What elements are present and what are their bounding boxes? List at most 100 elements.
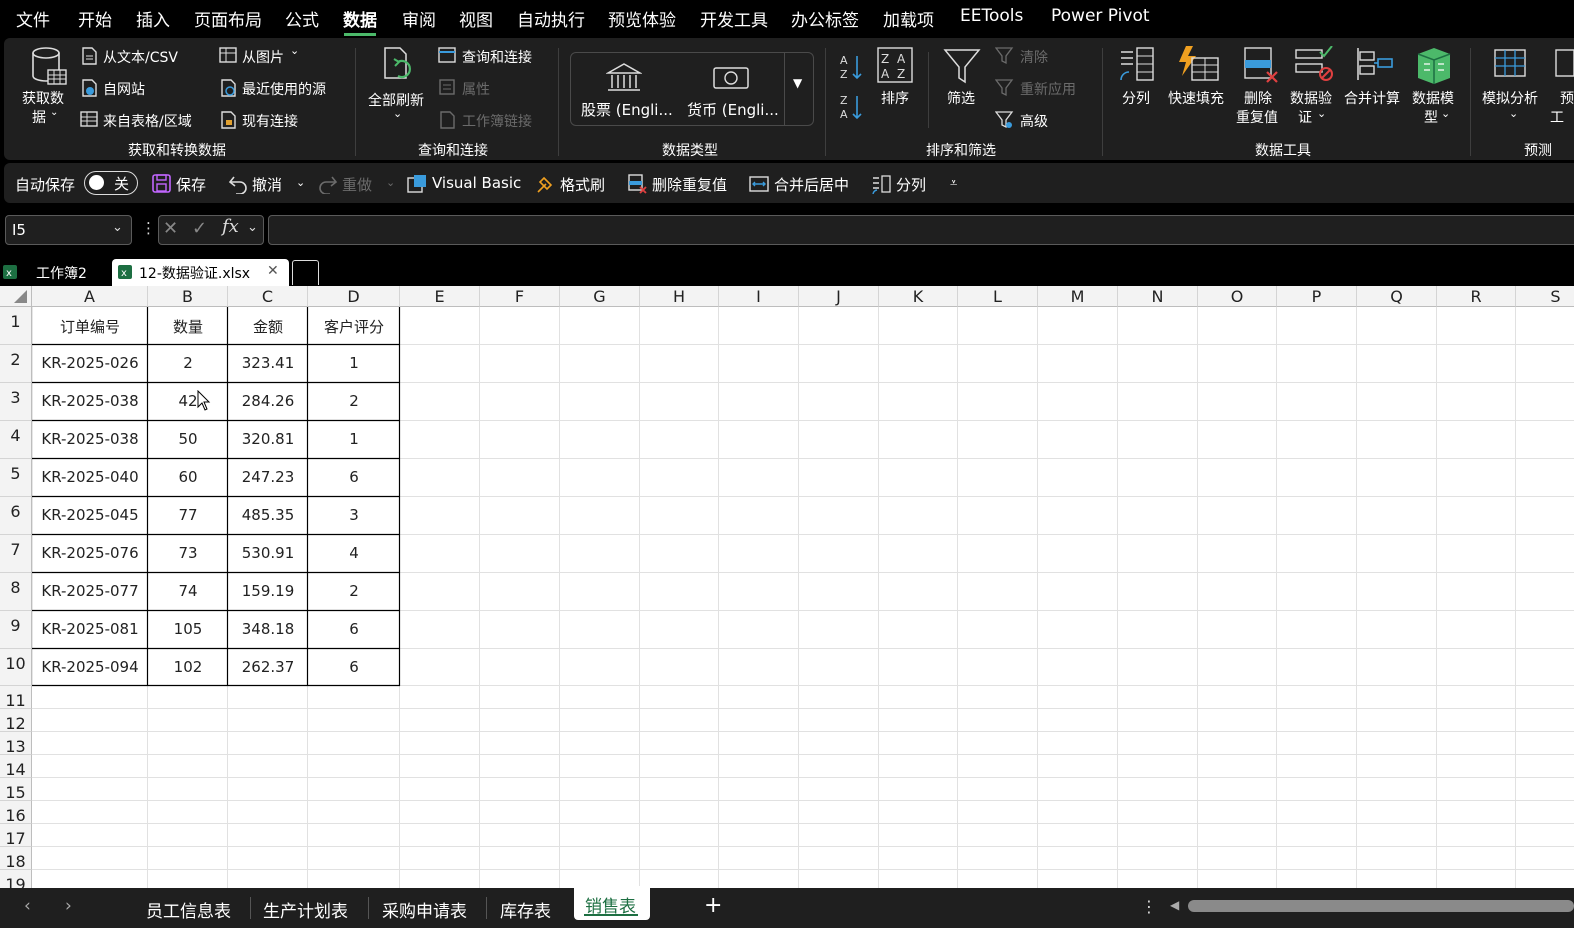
function-dropdown-icon[interactable]: ⌄ xyxy=(247,220,258,235)
hscroll-left-icon[interactable]: ◀ xyxy=(1170,898,1179,912)
row-header-1[interactable]: 1 xyxy=(0,307,32,345)
table-cell[interactable]: 6 xyxy=(308,468,400,486)
queries-connections-button[interactable]: 查询和连接 xyxy=(462,47,532,67)
table-cell[interactable]: KR-2025-077 xyxy=(32,582,148,600)
data-model-button[interactable]: 数据模 xyxy=(1412,88,1454,108)
spreadsheet-grid[interactable]: ABCDEFGHIJKLMNOPQRS 1 2 3 4 5 6 7 8 9 10 11 12 13 14 1… xyxy=(0,286,1574,888)
advanced-button[interactable]: 高级 xyxy=(1020,111,1048,131)
stocks-data-type-button[interactable]: 股票 (Engli... xyxy=(581,99,673,120)
column-header-m[interactable]: M xyxy=(1038,286,1118,307)
table-cell[interactable]: 348.18 xyxy=(228,620,308,638)
customize-qat-icon[interactable]: ⩡ xyxy=(950,176,957,191)
autosave-toggle[interactable]: 关 xyxy=(84,171,138,195)
menu-view[interactable]: 视图 xyxy=(459,6,493,31)
gallery-expand-icon[interactable]: ▼ xyxy=(793,76,802,90)
merge-center-button[interactable]: 合并后居中 xyxy=(774,174,849,195)
row-header-11[interactable]: 11 xyxy=(0,686,32,709)
redo-button[interactable]: 重做 xyxy=(342,174,372,195)
qat-remove-duplicates-button[interactable]: 删除重复值 xyxy=(652,174,727,195)
get-data-button[interactable]: 获取数 xyxy=(22,88,64,108)
column-header-i[interactable]: I xyxy=(719,286,799,307)
table-cell[interactable]: 74 xyxy=(148,582,228,600)
menu-formulas[interactable]: 公式 xyxy=(285,6,319,31)
row-header-17[interactable]: 17 xyxy=(0,824,32,847)
row-header-18[interactable]: 18 xyxy=(0,847,32,870)
table-header-cell[interactable]: 订单编号 xyxy=(32,316,148,337)
formula-input[interactable] xyxy=(268,215,1574,245)
table-cell[interactable]: 2 xyxy=(308,582,400,600)
table-cell[interactable]: 6 xyxy=(308,620,400,638)
sheet-tab-production[interactable]: 生产计划表 xyxy=(263,897,348,922)
menu-developer[interactable]: 开发工具 xyxy=(700,6,768,31)
row-header-19[interactable]: 19 xyxy=(0,870,32,888)
sheet-tab-purchase[interactable]: 采购申请表 xyxy=(382,897,467,922)
data-validation-button-line2[interactable]: 证 xyxy=(1298,107,1312,127)
more-options-icon[interactable]: ⋮ xyxy=(1141,897,1157,916)
select-all-corner[interactable] xyxy=(0,286,32,307)
column-header-r[interactable]: R xyxy=(1437,286,1516,307)
qat-split-button[interactable]: 分列 xyxy=(896,174,926,195)
table-cell[interactable]: KR-2025-094 xyxy=(32,658,148,676)
sheet-tab-inventory[interactable]: 库存表 xyxy=(500,897,551,922)
data-validation-button[interactable]: 数据验 xyxy=(1290,88,1332,108)
more-options-icon[interactable]: ⋮ xyxy=(141,219,156,237)
new-workbook-tab[interactable] xyxy=(292,260,319,285)
column-header-p[interactable]: P xyxy=(1277,286,1357,307)
table-cell[interactable]: KR-2025-081 xyxy=(32,620,148,638)
enter-icon[interactable]: ✓ xyxy=(192,218,207,239)
sort-button[interactable]: 排序 xyxy=(881,88,909,108)
column-header-a[interactable]: A xyxy=(32,286,148,307)
from-picture-button[interactable]: 从图片 xyxy=(242,47,284,67)
cancel-icon[interactable]: ✕ xyxy=(163,218,178,239)
row-header-5[interactable]: 5 xyxy=(0,459,32,497)
table-cell[interactable]: 77 xyxy=(148,506,228,524)
column-header-f[interactable]: F xyxy=(480,286,560,307)
column-header-q[interactable]: Q xyxy=(1357,286,1437,307)
visual-basic-button[interactable]: Visual Basic xyxy=(432,174,521,192)
table-cell[interactable]: 105 xyxy=(148,620,228,638)
table-cell[interactable]: 50 xyxy=(148,430,228,448)
filter-button[interactable]: 筛选 xyxy=(947,88,975,108)
table-cell[interactable]: 3 xyxy=(308,506,400,524)
column-header-e[interactable]: E xyxy=(400,286,480,307)
menu-page-layout[interactable]: 页面布局 xyxy=(194,6,262,31)
table-header-cell[interactable]: 客户评分 xyxy=(308,316,400,337)
menu-file[interactable]: 文件 xyxy=(16,6,50,31)
row-header-2[interactable]: 2 xyxy=(0,345,32,383)
table-cell[interactable]: 4 xyxy=(308,544,400,562)
remove-duplicates-button[interactable]: 删除 xyxy=(1244,88,1272,108)
table-cell[interactable]: KR-2025-026 xyxy=(32,354,148,372)
remove-duplicates-button-line2[interactable]: 重复值 xyxy=(1236,107,1278,127)
from-text-csv-button[interactable]: 从文本/CSV xyxy=(103,47,178,67)
add-sheet-icon[interactable]: + xyxy=(704,893,722,918)
table-cell[interactable]: KR-2025-076 xyxy=(32,544,148,562)
table-header-cell[interactable]: 数量 xyxy=(148,316,228,337)
format-painter-button[interactable]: 格式刷 xyxy=(560,174,605,195)
table-cell[interactable]: 60 xyxy=(148,468,228,486)
row-header-13[interactable]: 13 xyxy=(0,732,32,755)
table-cell[interactable]: 42 xyxy=(148,392,228,410)
text-to-columns-button[interactable]: 分列 xyxy=(1122,88,1150,108)
currency-data-type-button[interactable]: 货币 (Engli... xyxy=(687,99,779,120)
column-header-b[interactable]: B xyxy=(148,286,228,307)
table-cell[interactable]: KR-2025-038 xyxy=(32,430,148,448)
menu-automate[interactable]: 自动执行 xyxy=(517,6,585,31)
forecast-sheet-button[interactable]: 预 xyxy=(1560,88,1574,108)
table-header-cell[interactable]: 金额 xyxy=(228,316,308,337)
row-header-9[interactable]: 9 xyxy=(0,611,32,649)
menu-home[interactable]: 开始 xyxy=(78,6,112,31)
table-cell[interactable]: KR-2025-045 xyxy=(32,506,148,524)
from-web-button[interactable]: 自网站 xyxy=(103,79,145,99)
table-cell[interactable]: 485.35 xyxy=(228,506,308,524)
row-header-16[interactable]: 16 xyxy=(0,801,32,824)
consolidate-button[interactable]: 合并计算 xyxy=(1344,88,1400,108)
sheet-tab-employee[interactable]: 员工信息表 xyxy=(146,897,231,922)
from-table-button[interactable]: 来自表格/区域 xyxy=(103,111,192,131)
get-data-button-line2[interactable]: 据 xyxy=(32,107,46,127)
properties-button[interactable]: 属性 xyxy=(462,79,490,99)
column-header-s[interactable]: S xyxy=(1516,286,1574,307)
column-header-n[interactable]: N xyxy=(1118,286,1198,307)
row-header-15[interactable]: 15 xyxy=(0,778,32,801)
what-if-analysis-button[interactable]: 模拟分析 xyxy=(1482,88,1538,108)
table-cell[interactable]: 1 xyxy=(308,354,400,372)
